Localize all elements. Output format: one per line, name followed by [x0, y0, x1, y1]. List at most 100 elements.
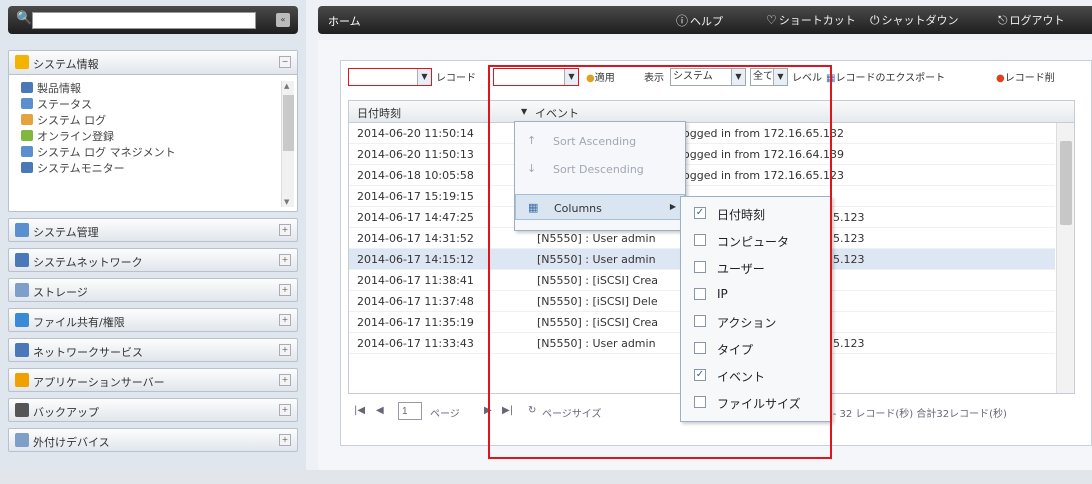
logout-label: ログアウト — [1009, 14, 1065, 27]
subitem-icon — [21, 82, 33, 93]
prev-page-icon[interactable]: ◀ — [376, 405, 384, 416]
cell-datetime: 2014-06-20 11:50:14 — [357, 127, 474, 140]
expand-icon[interactable]: + — [279, 224, 291, 236]
sidebar-scrollbar[interactable]: ▲ ▼ — [281, 81, 294, 207]
subitem-label: システム ログ — [37, 114, 107, 127]
accordion-header-system-info[interactable]: システム情報 − — [9, 51, 297, 75]
logout-icon: ⎋ — [998, 13, 1008, 27]
highlight-annotation — [488, 65, 832, 459]
top-bar: ホーム ⓘ ヘルプ ♡ ショートカット ⏻ シャットダウン ⎋ ログアウト — [318, 6, 1092, 34]
delete-records-button[interactable]: ●レコード削 — [996, 69, 1055, 84]
accordion-section[interactable]: ネットワークサービス + — [8, 338, 298, 362]
expand-icon[interactable]: + — [279, 314, 291, 326]
help-icon: ⓘ — [676, 14, 689, 28]
records-select[interactable]: ▼ — [348, 68, 432, 86]
cell-event-tail: 5.123 — [833, 232, 865, 245]
scroll-thumb[interactable] — [283, 95, 294, 151]
section-label: システムネットワーク — [33, 256, 143, 269]
accordion-system-info: システム情報 − 製品情報 ステータスシステム ログ オンライン登録システム ログ … — [8, 50, 298, 212]
logout-button[interactable]: ⎋ ログアウト — [998, 12, 1065, 28]
delete-icon: ● — [996, 73, 1005, 84]
sidebar-subitem[interactable]: システムモニター — [9, 161, 279, 177]
expand-icon[interactable]: + — [279, 284, 291, 296]
shutdown-button[interactable]: ⏻ シャットダウン — [870, 12, 959, 28]
subitem-icon — [21, 98, 33, 109]
expand-icon[interactable]: + — [279, 374, 291, 386]
column-header-datetime[interactable]: 日付時刻 — [357, 105, 401, 121]
search-bar: 🔍 « — [8, 6, 298, 34]
accordion-section[interactable]: システムネットワーク + — [8, 248, 298, 272]
accordion-section[interactable]: 外付けデバイス + — [8, 428, 298, 452]
chevron-down-icon: ▼ — [417, 69, 431, 85]
shutdown-label: シャットダウン — [881, 14, 959, 27]
subitem-icon — [21, 146, 33, 157]
expand-icon[interactable]: + — [279, 404, 291, 416]
page-title: ホーム — [328, 15, 361, 28]
cell-event-tail: 5.123 — [833, 337, 865, 350]
shortcut-label: ショートカット — [778, 14, 856, 27]
heart-icon: ♡ — [766, 13, 777, 27]
accordion-section[interactable]: バックアップ + — [8, 398, 298, 422]
sidebar-subitem[interactable]: オンライン登録 — [9, 129, 279, 145]
subitem-icon — [21, 162, 33, 173]
scroll-down-icon[interactable]: ▼ — [284, 198, 289, 206]
search-input[interactable] — [32, 12, 256, 29]
info-icon — [15, 55, 29, 69]
grid-scroll-thumb[interactable] — [1060, 141, 1072, 225]
sidebar-subitem[interactable]: システム ログ マネジメント — [9, 145, 279, 161]
subitem-label: システムモニター — [37, 162, 125, 175]
section-label: システム管理 — [33, 226, 99, 239]
sidebar-subitem[interactable]: システム ログ — [9, 113, 279, 129]
cell-event-tail: 5.123 — [833, 211, 865, 224]
section-label: アプリケーションサーバー — [33, 376, 165, 389]
cell-datetime: 2014-06-17 11:33:43 — [357, 337, 474, 350]
expand-icon[interactable]: + — [279, 344, 291, 356]
accordion-section[interactable]: アプリケーションサーバー + — [8, 368, 298, 392]
cell-datetime: 2014-06-17 14:31:52 — [357, 232, 474, 245]
first-page-icon[interactable]: |◀ — [354, 405, 365, 416]
grid-scrollbar[interactable] — [1056, 123, 1074, 393]
shortcut-button[interactable]: ♡ ショートカット — [766, 12, 856, 28]
cell-datetime: 2014-06-17 11:35:19 — [357, 316, 474, 329]
cell-datetime: 2014-06-17 14:47:25 — [357, 211, 474, 224]
search-icon: 🔍 — [16, 11, 33, 26]
export-label: レコードのエクスポート — [835, 73, 946, 84]
cell-datetime: 2014-06-17 15:19:15 — [357, 190, 474, 203]
expand-icon[interactable]: + — [279, 254, 291, 266]
subitem-label: オンライン登録 — [37, 130, 114, 143]
help-label: ヘルプ — [690, 15, 724, 28]
section-icon — [15, 283, 29, 297]
sidebar-subitem[interactable]: 製品情報 — [9, 81, 279, 97]
help-button[interactable]: ⓘ ヘルプ — [676, 12, 723, 29]
cell-event-tail: 5.123 — [833, 253, 865, 266]
accordion-section[interactable]: ファイル共有/権限 + — [8, 308, 298, 332]
cell-datetime: 2014-06-20 11:50:13 — [357, 148, 474, 161]
section-icon — [15, 223, 29, 237]
cell-datetime: 2014-06-18 10:05:58 — [357, 169, 474, 182]
subitem-label: ステータス — [37, 98, 92, 111]
section-icon — [15, 373, 29, 387]
collapse-sidebar-icon[interactable]: « — [276, 13, 290, 27]
cell-datetime: 2014-06-17 11:38:41 — [357, 274, 474, 287]
subitem-icon — [21, 114, 33, 125]
cell-datetime: 2014-06-17 14:15:12 — [357, 253, 474, 266]
section-label: ネットワークサービス — [33, 346, 143, 359]
section-icon — [15, 313, 29, 327]
sidebar-subitem[interactable]: ステータス — [9, 97, 279, 113]
section-label: ストレージ — [33, 286, 88, 299]
collapse-icon[interactable]: − — [279, 56, 291, 68]
accordion-section[interactable]: システム管理 + — [8, 218, 298, 242]
section-label: ファイル共有/権限 — [33, 316, 125, 329]
records-label: レコード — [436, 73, 476, 84]
section-label: 外付けデバイス — [33, 436, 110, 449]
accordion-section[interactable]: ストレージ + — [8, 278, 298, 302]
scroll-up-icon[interactable]: ▲ — [284, 82, 289, 90]
footer-bar — [0, 470, 1092, 484]
expand-icon[interactable]: + — [279, 434, 291, 446]
page-number-input[interactable] — [398, 402, 422, 420]
export-button[interactable]: ▦レコードのエクスポート — [826, 69, 945, 84]
page-label: ページ — [430, 409, 460, 420]
power-icon: ⏻ — [870, 13, 880, 27]
section-icon — [15, 403, 29, 417]
section-label: バックアップ — [33, 406, 99, 419]
